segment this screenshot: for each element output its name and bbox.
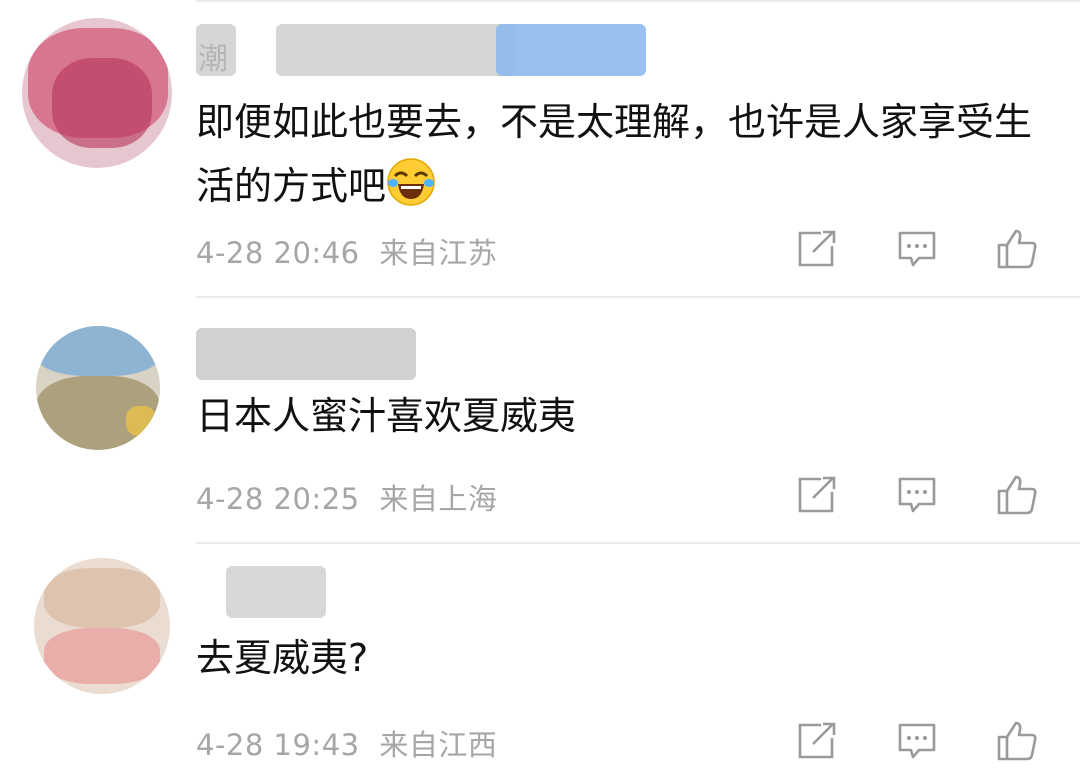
- comment-text: 去夏威夷?: [196, 636, 369, 680]
- comment-date: 4-28 19:43: [196, 728, 360, 762]
- share-icon: [798, 476, 836, 513]
- comment-icon: [898, 231, 936, 267]
- like-button[interactable]: [994, 472, 1040, 518]
- comment-actions: [794, 226, 1040, 272]
- username-redacted[interactable]: [196, 328, 416, 380]
- like-button[interactable]: [994, 718, 1040, 764]
- share-icon: [798, 230, 836, 267]
- comment-button[interactable]: [894, 472, 940, 518]
- comment-text: 即便如此也要去，不是太理解，也许是人家享受生活的方式吧: [196, 100, 1033, 208]
- like-icon: [997, 229, 1037, 269]
- username-redacted[interactable]: [226, 566, 326, 618]
- comment-icon: [898, 723, 936, 759]
- comment-button[interactable]: [894, 226, 940, 272]
- avatar[interactable]: [22, 18, 172, 168]
- avatar[interactable]: [36, 326, 160, 450]
- like-icon: [997, 475, 1037, 515]
- share-button[interactable]: [794, 472, 840, 518]
- comment-meta: 4-28 20:46 来自江苏: [196, 230, 497, 272]
- share-button[interactable]: [794, 718, 840, 764]
- comment-item: 即便如此也要去，不是太理解，也许是人家享受生活的方式吧 4-28 20:46 来…: [0, 0, 1080, 296]
- comment-location: 来自江苏: [379, 236, 498, 270]
- comment-actions: [794, 472, 1040, 518]
- comment-date: 4-28 20:25: [196, 482, 360, 516]
- like-button[interactable]: [994, 226, 1040, 272]
- comment-text: 日本人蜜汁喜欢夏威夷: [196, 394, 577, 438]
- comment-date: 4-28 20:46: [196, 236, 360, 270]
- comment-button[interactable]: [894, 718, 940, 764]
- share-icon: [798, 722, 836, 759]
- comment-icon: [898, 477, 936, 513]
- username-redacted[interactable]: [196, 24, 646, 76]
- comment-item: 日本人蜜汁喜欢夏威夷 4-28 20:25 来自上海: [0, 298, 1080, 542]
- comment-item: 去夏威夷? 4-28 19:43 来自江西: [0, 544, 1080, 772]
- share-button[interactable]: [794, 226, 840, 272]
- comment-actions: [794, 718, 1040, 764]
- comment-location: 来自江西: [379, 728, 498, 762]
- avatar[interactable]: [34, 558, 170, 694]
- comment-meta: 4-28 20:25 来自上海: [196, 476, 497, 518]
- comment-meta: 4-28 19:43 来自江西: [196, 722, 497, 764]
- username-partial: 潮: [198, 42, 228, 77]
- like-icon: [997, 721, 1037, 761]
- tears-of-joy-emoji: [387, 158, 435, 206]
- comment-location: 来自上海: [379, 482, 498, 516]
